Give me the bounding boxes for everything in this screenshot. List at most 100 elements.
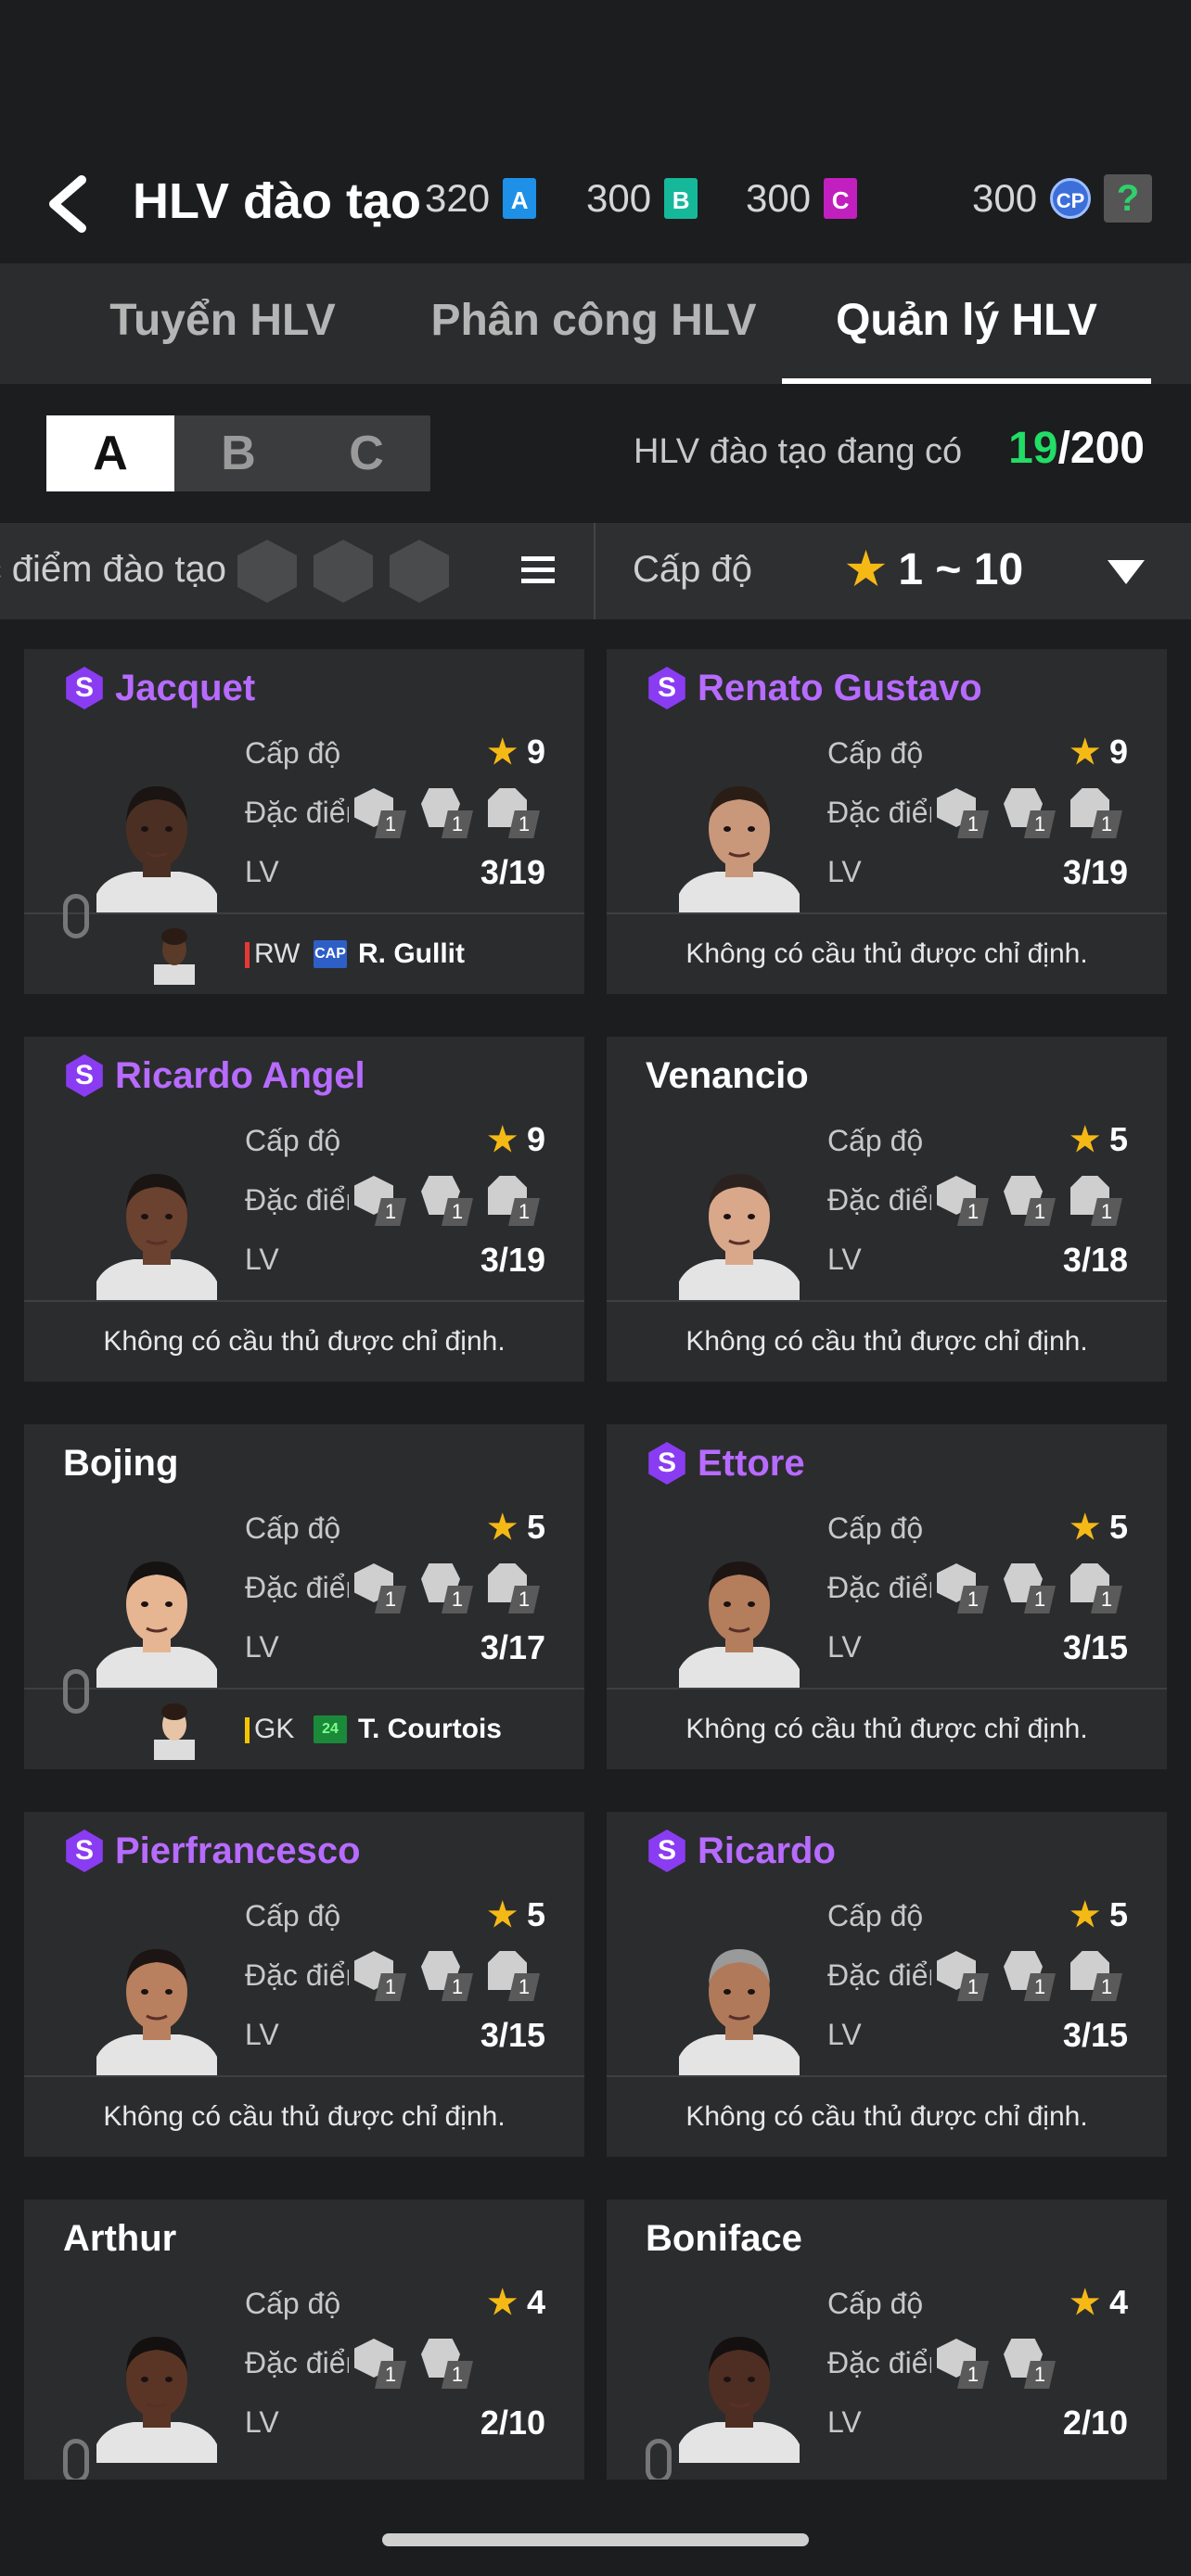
coach-lv: 3/15	[1062, 1628, 1128, 1666]
lv-label: LV	[245, 2405, 279, 2439]
trait-icon: 1	[354, 788, 412, 838]
assigned-player[interactable]: RW CAP R. Gullit	[24, 914, 584, 994]
coach-level: ★ 5	[487, 1508, 545, 1546]
trait-icon: 1	[1070, 1951, 1128, 2001]
coach-name: Venancio	[646, 1054, 809, 1096]
coach-card[interactable]: SJacquetCấp độ★ 9Đặc điểm111LV3/19RWCAPR…	[24, 649, 584, 994]
trait-slot-icon[interactable]	[237, 540, 297, 603]
special-grade-icon: S	[648, 1830, 685, 1872]
dropdown-caret-icon[interactable]	[1108, 560, 1145, 584]
star-icon: ★	[487, 1895, 518, 1933]
tab-assign[interactable]: Phân công HLV	[427, 263, 761, 384]
help-button[interactable]: ?	[1104, 174, 1152, 223]
trait-icon: 1	[421, 788, 479, 838]
star-icon: ★	[1069, 733, 1100, 771]
coach-card[interactable]: SRicardo AngelCấp độ★ 9Đặc điểm111LV3/19…	[24, 1037, 584, 1382]
link-icon[interactable]	[646, 2439, 672, 2480]
ticket-a-icon: A	[503, 178, 537, 219]
coach-card[interactable]: SRenato GustavoCấp độ★ 9Đặc điểm111LV3/1…	[607, 649, 1167, 994]
card-badge: CAP	[314, 940, 347, 968]
level-label: Cấp độ	[827, 2287, 924, 2320]
link-icon[interactable]	[63, 1669, 89, 1714]
back-arrow-icon[interactable]	[41, 174, 96, 234]
level-label: Cấp độ	[827, 736, 924, 770]
trait-list: 111	[354, 1951, 545, 2001]
currency-a: 320 A	[425, 176, 537, 221]
currency-amount: 320	[425, 176, 491, 220]
coach-card[interactable]: VenancioCấp độ★ 5Đặc điểm111LV3/18Không …	[607, 1037, 1167, 1382]
special-grade-icon: S	[66, 1830, 103, 1872]
level-filter[interactable]: Cấp độ ★ 1 ~ 10	[596, 523, 1191, 619]
screen: HLV đào tạo 320 A 300 B 300 C 300 CP ? T…	[0, 0, 1191, 2576]
trait-icon: 1	[1070, 788, 1128, 838]
player-portrait	[154, 928, 195, 985]
trait-icon: 1	[354, 1563, 412, 1613]
coach-card[interactable]: SRicardoCấp độ★ 5Đặc điểm111LV3/15Không …	[607, 1812, 1167, 2157]
tab-recruit[interactable]: Tuyển HLV	[56, 263, 390, 384]
trait-icon: 1	[1004, 1951, 1061, 2001]
star-icon: ★	[1069, 2283, 1100, 2321]
coach-level: ★ 4	[1069, 2283, 1128, 2321]
menu-icon[interactable]	[521, 556, 555, 584]
trait-icon: 1	[488, 1951, 545, 2001]
star-icon: ★	[846, 545, 887, 594]
coach-lv: 3/19	[480, 1241, 545, 1279]
coach-name: Boniface	[646, 2217, 802, 2259]
currency-amount: 300	[586, 176, 652, 220]
star-icon: ★	[487, 1120, 518, 1158]
traits-label: Đặc điểm	[827, 1183, 931, 1217]
currency-c: 300 C	[746, 176, 858, 221]
trait-icon: 1	[354, 1951, 412, 2001]
grade-b-button[interactable]: B	[174, 415, 302, 491]
traits-label: Đặc điểm	[245, 1958, 349, 1992]
level-label: Cấp độ	[245, 2287, 341, 2320]
trait-filter[interactable]: Đặc điểm đào tạo	[0, 523, 594, 619]
link-icon[interactable]	[63, 894, 89, 938]
coach-level: ★ 5	[487, 1895, 545, 1933]
trait-icon: 1	[421, 1951, 479, 2001]
coach-portrait	[679, 1174, 800, 1300]
coach-lv: 2/10	[480, 2404, 545, 2442]
lv-label: LV	[827, 1243, 862, 1276]
filter-bar: Đặc điểm đào tạo Cấp độ ★ 1 ~ 10	[0, 523, 1191, 619]
trait-icon: 1	[488, 1563, 545, 1613]
coach-card[interactable]: ArthurCấp độ★ 4Đặc điểm11LV2/10	[24, 2200, 584, 2480]
trait-list: 111	[354, 788, 545, 838]
player-position: GK	[254, 1714, 295, 1744]
traits-label: Đặc điểm	[245, 2346, 349, 2379]
position-color-bar	[245, 942, 250, 968]
star-icon: ★	[1069, 1508, 1100, 1546]
coach-card[interactable]: SPierfrancescoCấp độ★ 5Đặc điểm111LV3/15…	[24, 1812, 584, 2157]
grade-c-button[interactable]: C	[302, 415, 430, 491]
trait-icon: 1	[1004, 1563, 1061, 1613]
level-filter-label: Cấp độ	[633, 549, 752, 590]
level-label: Cấp độ	[827, 1511, 924, 1545]
coach-lv: 3/15	[480, 2016, 545, 2054]
coach-card[interactable]: SEttoreCấp độ★ 5Đặc điểm111LV3/15Không c…	[607, 1424, 1167, 1769]
coach-card[interactable]: BojingCấp độ★ 5Đặc điểm111LV3/17GK24T. C…	[24, 1424, 584, 1769]
coach-card[interactable]: BonifaceCấp độ★ 4Đặc điểm11LV2/10	[607, 2200, 1167, 2480]
coach-level: ★ 9	[487, 1120, 545, 1158]
coach-level: ★ 5	[1069, 1120, 1128, 1158]
home-indicator	[382, 2533, 809, 2546]
coach-portrait	[679, 2337, 800, 2463]
tab-manage[interactable]: Quản lý HLV	[782, 263, 1151, 384]
assigned-player[interactable]: GK 24 T. Courtois	[24, 1690, 584, 1769]
cp-coin-icon: CP	[1050, 178, 1092, 219]
trait-icon: 1	[1070, 1563, 1128, 1613]
coach-level: ★ 9	[1069, 733, 1128, 771]
lv-label: LV	[827, 2405, 862, 2439]
trait-icon: 1	[421, 1563, 479, 1613]
coach-name: S Ettore	[646, 1435, 805, 1491]
trait-icon: 1	[1070, 1176, 1128, 1226]
special-grade-icon: S	[648, 667, 685, 709]
coach-count-max: 200	[1069, 424, 1145, 473]
special-grade-icon: S	[66, 1054, 103, 1097]
special-grade-icon: S	[648, 1442, 685, 1485]
trait-icon: 1	[937, 2339, 994, 2389]
link-icon[interactable]	[63, 2439, 89, 2480]
trait-slot-icon[interactable]	[314, 540, 373, 603]
coach-name: Arthur	[63, 2217, 177, 2259]
grade-a-button[interactable]: A	[46, 415, 174, 491]
trait-slot-icon[interactable]	[390, 540, 449, 603]
